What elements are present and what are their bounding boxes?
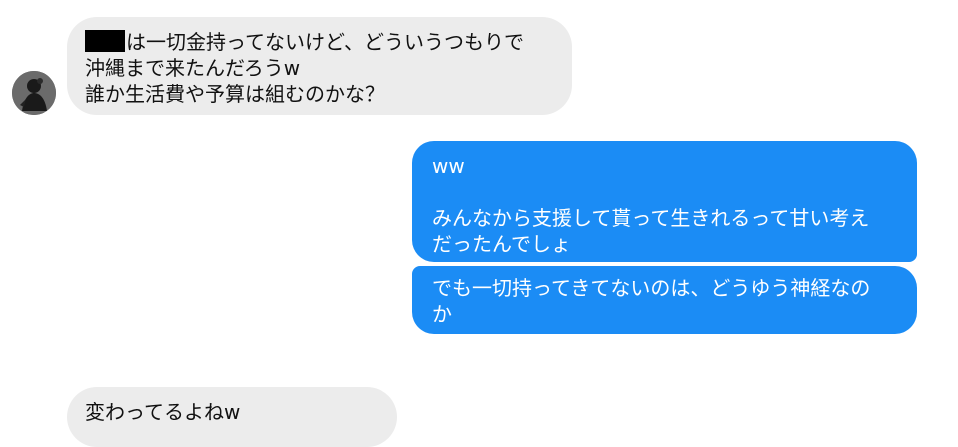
redacted-name-block [85, 30, 125, 52]
message-bubble-outgoing[interactable]: ww みんなから支援して貰って生きれるって甘い考え だったんでしょ [412, 141, 917, 262]
message-text: ww みんなから支援して貰って生きれるって甘い考え だったんでしょ [432, 154, 870, 256]
message-text: でも一切持ってきてないのは、どうゆう神経なの か [432, 276, 871, 326]
message-text: は一切金持ってないけど、どういうつもりで 沖縄まで来たんだろうw 誰か生活費や予… [85, 30, 524, 106]
message-text: 変わってるよねw [85, 400, 241, 424]
message-bubble-incoming[interactable]: は一切金持ってないけど、どういうつもりで 沖縄まで来たんだろうw 誰か生活費や予… [67, 17, 572, 115]
message-bubble-outgoing[interactable]: でも一切持ってきてないのは、どうゆう神経なの か [412, 266, 917, 334]
avatar-silhouette-icon [12, 71, 56, 115]
message-bubble-incoming[interactable]: 変わってるよねw [67, 387, 397, 447]
user-avatar-icon[interactable] [12, 71, 56, 115]
